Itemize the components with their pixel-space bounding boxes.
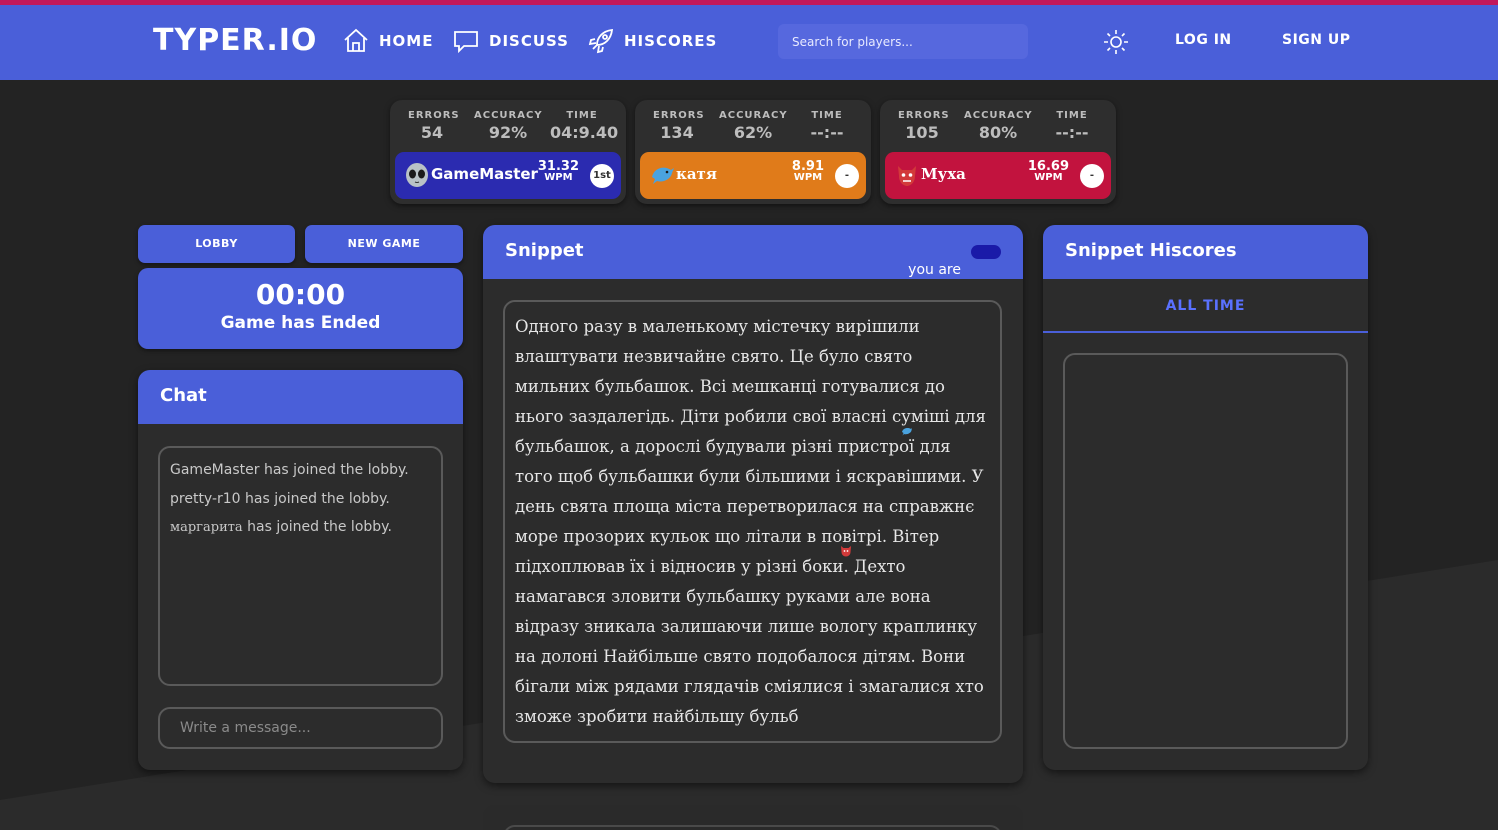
chat-text: has joined the lobby. bbox=[240, 490, 390, 507]
place-badge: - bbox=[1080, 164, 1104, 188]
player-name: катя bbox=[676, 165, 717, 183]
errors-value: 54 bbox=[420, 123, 444, 142]
player-color-swatch bbox=[971, 245, 1001, 259]
nav-hiscores-label: HISCORES bbox=[624, 32, 718, 50]
player-card: ERRORS 134 ACCURACY 62% TIME --:-- катя 8.9… bbox=[635, 100, 871, 204]
nav-hiscores[interactable]: HISCORES bbox=[587, 27, 717, 55]
wpm-value: 16.69 bbox=[1027, 159, 1069, 174]
player-card: ERRORS 54 ACCURACY 92% TIME 04:9.40 GameMas… bbox=[390, 100, 626, 204]
chat-title: Chat bbox=[138, 370, 463, 424]
hiscores-list bbox=[1063, 353, 1348, 749]
accuracy-value: 80% bbox=[978, 123, 1018, 142]
chat-text: has joined the lobby. bbox=[259, 462, 409, 478]
snippet-header: Snippet you are bbox=[483, 225, 1023, 279]
wpm-unit: WPM bbox=[1034, 172, 1063, 183]
player-name: Муха bbox=[921, 165, 966, 183]
chat-log[interactable]: GameMaster has joined the lobby. pretty-… bbox=[158, 446, 443, 686]
signup-link[interactable]: SIGN UP bbox=[1282, 32, 1351, 48]
errors-label: ERRORS bbox=[653, 110, 705, 121]
time-value: --:-- bbox=[810, 123, 844, 142]
bottom-panel bbox=[483, 805, 1023, 830]
accuracy-label: ACCURACY bbox=[474, 110, 543, 121]
chat-text: has joined the lobby. bbox=[242, 519, 392, 535]
errors-label: ERRORS bbox=[898, 110, 950, 121]
you-are-label: you are bbox=[908, 262, 961, 278]
chat-bubble-icon bbox=[454, 31, 478, 54]
player-progress-bar: GameMaster 31.32 WPM 1st bbox=[395, 152, 621, 199]
chat-message: маргарита has joined the lobby. bbox=[170, 513, 431, 543]
time-label: TIME bbox=[566, 110, 598, 121]
login-link[interactable]: LOG IN bbox=[1175, 32, 1232, 48]
ogre-cursor-icon bbox=[841, 546, 851, 557]
sun-icon[interactable] bbox=[1102, 28, 1130, 56]
errors-value: 105 bbox=[905, 123, 939, 142]
game-timer: 00:00 Game has Ended bbox=[138, 268, 463, 349]
chat-user: GameMaster bbox=[170, 462, 260, 478]
hiscores-panel: Snippet Hiscores ALL TIME bbox=[1043, 225, 1368, 770]
hiscores-title: Snippet Hiscores bbox=[1043, 225, 1368, 279]
bottom-panel-box bbox=[503, 825, 1002, 830]
snippet-text: Одного разу в маленькому містечку виріши… bbox=[503, 300, 1002, 743]
home-icon bbox=[344, 28, 368, 52]
place-badge: 1st bbox=[590, 164, 614, 188]
dolphin-cursor-icon bbox=[902, 428, 912, 436]
game-status: Game has Ended bbox=[220, 313, 381, 333]
player-wpm: 31.32 WPM bbox=[537, 159, 579, 183]
wpm-unit: WPM bbox=[544, 172, 573, 183]
chat-message: pretty-r10 has joined the lobby. bbox=[170, 485, 431, 514]
accuracy-value: 62% bbox=[733, 123, 773, 142]
chat-user: pretty-r10 bbox=[170, 490, 241, 507]
time-value: 04:9.40 bbox=[550, 123, 619, 142]
wpm-value: 8.91 bbox=[791, 159, 824, 174]
time-value: --:-- bbox=[1055, 123, 1089, 142]
player-wpm: 16.69 WPM bbox=[1027, 159, 1069, 183]
wpm-value: 31.32 bbox=[537, 159, 579, 174]
alien-icon bbox=[406, 163, 428, 187]
player-card: ERRORS 105 ACCURACY 80% TIME --:-- Муха 16.… bbox=[880, 100, 1116, 204]
chat-panel: Chat GameMaster has joined the lobby. pr… bbox=[138, 370, 463, 770]
nav-home-label: HOME bbox=[379, 32, 434, 50]
nav-home[interactable]: HOME bbox=[342, 27, 433, 55]
nav-discuss[interactable]: DISCUSS bbox=[452, 27, 569, 55]
tab-all-time[interactable]: ALL TIME bbox=[1043, 279, 1368, 333]
snippet-title: Snippet bbox=[505, 240, 584, 261]
chat-message-input[interactable] bbox=[158, 707, 443, 749]
player-progress-bar: катя 8.91 WPM - bbox=[640, 152, 866, 199]
time-label: TIME bbox=[811, 110, 843, 121]
accuracy-label: ACCURACY bbox=[964, 110, 1033, 121]
ogre-icon bbox=[898, 166, 916, 186]
nav-discuss-label: DISCUSS bbox=[489, 32, 569, 50]
errors-label: ERRORS bbox=[408, 110, 460, 121]
rocket-icon bbox=[588, 28, 614, 54]
snippet-panel: Snippet you are Одного разу в маленькому… bbox=[483, 225, 1023, 783]
player-search-input[interactable] bbox=[778, 24, 1028, 59]
top-navbar: TYPER.IO HOME DISCUSS HISCORES LOG IN SI… bbox=[0, 5, 1498, 80]
chat-message: GameMaster has joined the lobby. bbox=[170, 456, 431, 485]
place-badge: - bbox=[835, 164, 859, 188]
timer-value: 00:00 bbox=[255, 278, 346, 311]
accuracy-label: ACCURACY bbox=[719, 110, 788, 121]
site-logo[interactable]: TYPER.IO bbox=[153, 23, 317, 58]
lobby-button[interactable]: LOBBY bbox=[138, 225, 295, 263]
errors-value: 134 bbox=[660, 123, 694, 142]
wpm-unit: WPM bbox=[793, 172, 823, 183]
player-name: GameMaster bbox=[431, 165, 538, 183]
player-progress-bar: Муха 16.69 WPM - bbox=[885, 152, 1111, 199]
new-game-button[interactable]: NEW GAME bbox=[305, 225, 463, 263]
time-label: TIME bbox=[1056, 110, 1088, 121]
chat-user: маргарита bbox=[170, 520, 243, 535]
accuracy-value: 92% bbox=[488, 123, 528, 142]
player-wpm: 8.91 WPM bbox=[791, 159, 824, 183]
dolphin-icon bbox=[652, 167, 674, 184]
